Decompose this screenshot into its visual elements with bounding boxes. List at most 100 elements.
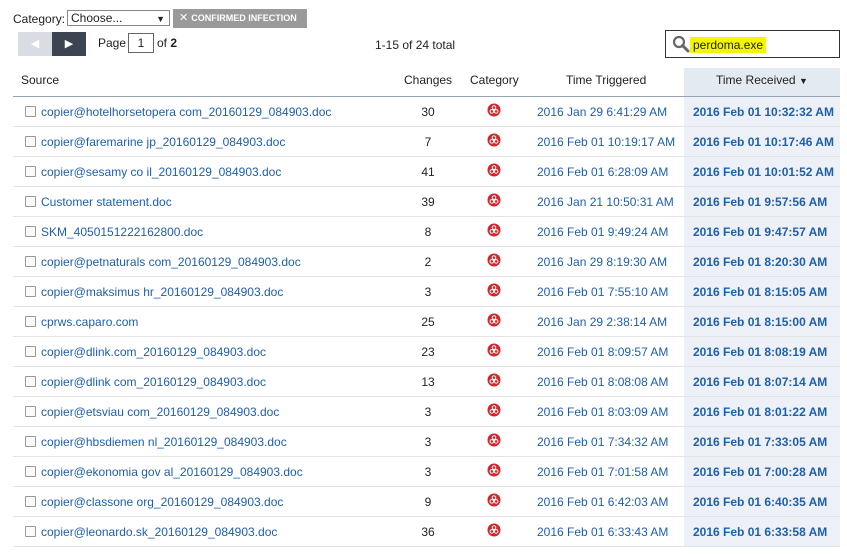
- source-link[interactable]: copier@ekonomia gov al_20160129_084903.d…: [41, 465, 303, 479]
- table-row[interactable]: copier@classone org_20160129_084903.doc 9…: [13, 487, 840, 517]
- row-checkbox[interactable]: [25, 166, 36, 177]
- search-query: perdoma.exe: [690, 37, 767, 53]
- time-received[interactable]: 2016 Feb 01 10:01:52 AM: [693, 165, 834, 179]
- time-received[interactable]: 2016 Feb 01 8:15:00 AM: [693, 315, 827, 329]
- table-row[interactable]: copier@maksimus hr_20160129_084903.doc 3 2…: [13, 277, 840, 307]
- source-link[interactable]: copier@faremarine jp_20160129_084903.doc: [41, 135, 285, 149]
- row-checkbox[interactable]: [25, 106, 36, 117]
- row-checkbox[interactable]: [25, 376, 36, 387]
- table-row[interactable]: copier@hbsdiemen nl_20160129_084903.doc 3…: [13, 427, 840, 457]
- biohazard-icon: [487, 193, 501, 207]
- time-received[interactable]: 2016 Feb 01 8:08:19 AM: [693, 345, 827, 359]
- table-row[interactable]: copier@ekonomia gov al_20160129_084903.d…: [13, 457, 840, 487]
- table-row[interactable]: copier@sesamy co il_20160129_084903.doc 4…: [13, 157, 840, 187]
- table-row[interactable]: copier@dlink com_20160129_084903.doc 13 20…: [13, 367, 840, 397]
- table-row[interactable]: copier@petnaturals com_20160129_084903.d…: [13, 247, 840, 277]
- table-row[interactable]: copier@hotelhorsetopera com_20160129_084…: [13, 97, 840, 127]
- time-triggered[interactable]: 2016 Feb 01 7:01:58 AM: [537, 465, 668, 479]
- time-received[interactable]: 2016 Feb 01 7:33:05 AM: [693, 435, 827, 449]
- time-triggered[interactable]: 2016 Feb 01 8:09:57 AM: [537, 345, 668, 359]
- time-received[interactable]: 2016 Feb 01 6:33:58 AM: [693, 525, 827, 539]
- time-triggered[interactable]: 2016 Feb 01 7:55:10 AM: [537, 285, 668, 299]
- row-checkbox[interactable]: [25, 136, 36, 147]
- chevron-down-icon: ▼: [156, 14, 165, 24]
- page-number-input[interactable]: 1: [128, 33, 154, 53]
- prev-page-button[interactable]: ◀: [18, 32, 52, 56]
- changes-count: 8: [424, 225, 432, 239]
- biohazard-icon: [487, 463, 501, 477]
- time-triggered[interactable]: 2016 Feb 01 7:34:32 AM: [537, 435, 668, 449]
- row-checkbox[interactable]: [25, 346, 36, 357]
- time-triggered[interactable]: 2016 Jan 29 6:41:29 AM: [537, 105, 667, 119]
- source-link[interactable]: cprws.caparo.com: [41, 315, 138, 329]
- table-row[interactable]: copier@dlink.com_20160129_084903.doc 23 20…: [13, 337, 840, 367]
- source-link[interactable]: SKM_4050151222162800.doc: [41, 225, 203, 239]
- row-checkbox[interactable]: [25, 406, 36, 417]
- time-received[interactable]: 2016 Feb 01 10:32:32 AM: [693, 105, 834, 119]
- time-received[interactable]: 2016 Feb 01 8:01:22 AM: [693, 405, 827, 419]
- row-checkbox[interactable]: [25, 466, 36, 477]
- result-count: 1-15 of 24 total: [375, 38, 456, 52]
- time-received[interactable]: 2016 Feb 01 8:15:05 AM: [693, 285, 827, 299]
- category-select[interactable]: Choose... ▼: [67, 10, 170, 26]
- changes-count: 7: [424, 135, 432, 149]
- time-received[interactable]: 2016 Feb 01 6:40:35 AM: [693, 495, 827, 509]
- time-received[interactable]: 2016 Feb 01 9:47:57 AM: [693, 225, 827, 239]
- row-checkbox[interactable]: [25, 526, 36, 537]
- table-row[interactable]: copier@leonardo.sk_20160129_084903.doc 36…: [13, 517, 840, 547]
- time-triggered[interactable]: 2016 Feb 01 10:19:17 AM: [537, 135, 675, 149]
- row-checkbox[interactable]: [25, 196, 36, 207]
- time-received[interactable]: 2016 Feb 01 9:57:56 AM: [693, 195, 827, 209]
- time-triggered[interactable]: 2016 Feb 01 6:42:03 AM: [537, 495, 668, 509]
- sort-desc-icon: ▼: [798, 76, 808, 86]
- time-triggered[interactable]: 2016 Jan 29 2:38:14 AM: [537, 315, 667, 329]
- source-link[interactable]: Customer statement.doc: [41, 195, 172, 209]
- column-header-category[interactable]: Category: [470, 73, 519, 87]
- row-checkbox[interactable]: [25, 316, 36, 327]
- source-link[interactable]: copier@petnaturals com_20160129_084903.d…: [41, 255, 301, 269]
- confirmed-infection-filter-tag[interactable]: ✕ CONFIRMED INFECTION: [173, 9, 307, 28]
- source-link[interactable]: copier@dlink com_20160129_084903.doc: [41, 375, 266, 389]
- column-header-time-received[interactable]: Time Received ▼: [716, 73, 808, 87]
- time-triggered[interactable]: 2016 Feb 01 6:28:09 AM: [537, 165, 668, 179]
- source-link[interactable]: copier@etsviau com_20160129_084903.doc: [41, 405, 279, 419]
- row-checkbox[interactable]: [25, 436, 36, 447]
- column-header-time-triggered[interactable]: Time Triggered: [566, 73, 646, 87]
- time-received[interactable]: 2016 Feb 01 8:20:30 AM: [693, 255, 827, 269]
- row-checkbox[interactable]: [25, 256, 36, 267]
- table-row[interactable]: cprws.caparo.com 25 2016 Jan 29 2:38:14 AM…: [13, 307, 840, 337]
- next-page-button[interactable]: ▶: [52, 32, 86, 56]
- row-checkbox[interactable]: [25, 226, 36, 237]
- time-triggered[interactable]: 2016 Feb 01 8:08:08 AM: [537, 375, 668, 389]
- close-icon[interactable]: ✕: [179, 12, 188, 24]
- source-link[interactable]: copier@leonardo.sk_20160129_084903.doc: [41, 525, 277, 539]
- source-link[interactable]: copier@maksimus hr_20160129_084903.doc: [41, 285, 283, 299]
- biohazard-icon: [487, 493, 501, 507]
- table-row[interactable]: SKM_4050151222162800.doc 8 2016 Feb 01 9:4…: [13, 217, 840, 247]
- time-triggered[interactable]: 2016 Feb 01 8:03:09 AM: [537, 405, 668, 419]
- table-row[interactable]: Customer statement.doc 39 2016 Jan 21 10:5…: [13, 187, 840, 217]
- biohazard-icon: [487, 373, 501, 387]
- column-header-source[interactable]: Source: [21, 73, 59, 87]
- source-link[interactable]: copier@dlink.com_20160129_084903.doc: [41, 345, 266, 359]
- source-link[interactable]: copier@hbsdiemen nl_20160129_084903.doc: [41, 435, 287, 449]
- filter-tag-label: CONFIRMED INFECTION: [191, 13, 297, 23]
- time-triggered[interactable]: 2016 Feb 01 9:49:24 AM: [537, 225, 668, 239]
- time-triggered[interactable]: 2016 Jan 29 8:19:30 AM: [537, 255, 667, 269]
- column-header-changes[interactable]: Changes: [404, 73, 452, 87]
- search-input[interactable]: perdoma.exe: [665, 30, 840, 58]
- total-pages: 2: [170, 36, 178, 50]
- source-link[interactable]: copier@sesamy co il_20160129_084903.doc: [41, 165, 281, 179]
- time-received[interactable]: 2016 Feb 01 8:07:14 AM: [693, 375, 827, 389]
- time-triggered[interactable]: 2016 Jan 21 10:50:31 AM: [537, 195, 674, 209]
- time-received[interactable]: 2016 Feb 01 10:17:46 AM: [693, 135, 834, 149]
- source-link[interactable]: copier@classone org_20160129_084903.doc: [41, 495, 283, 509]
- time-received[interactable]: 2016 Feb 01 7:00:28 AM: [693, 465, 827, 479]
- table-row[interactable]: copier@etsviau com_20160129_084903.doc 3 2…: [13, 397, 840, 427]
- row-checkbox[interactable]: [25, 496, 36, 507]
- source-link[interactable]: copier@hotelhorsetopera com_20160129_084…: [41, 105, 331, 119]
- table-row[interactable]: copier@faremarine jp_20160129_084903.doc…: [13, 127, 840, 157]
- changes-count: 9: [424, 495, 432, 509]
- row-checkbox[interactable]: [25, 286, 36, 297]
- time-triggered[interactable]: 2016 Feb 01 6:33:43 AM: [537, 525, 668, 539]
